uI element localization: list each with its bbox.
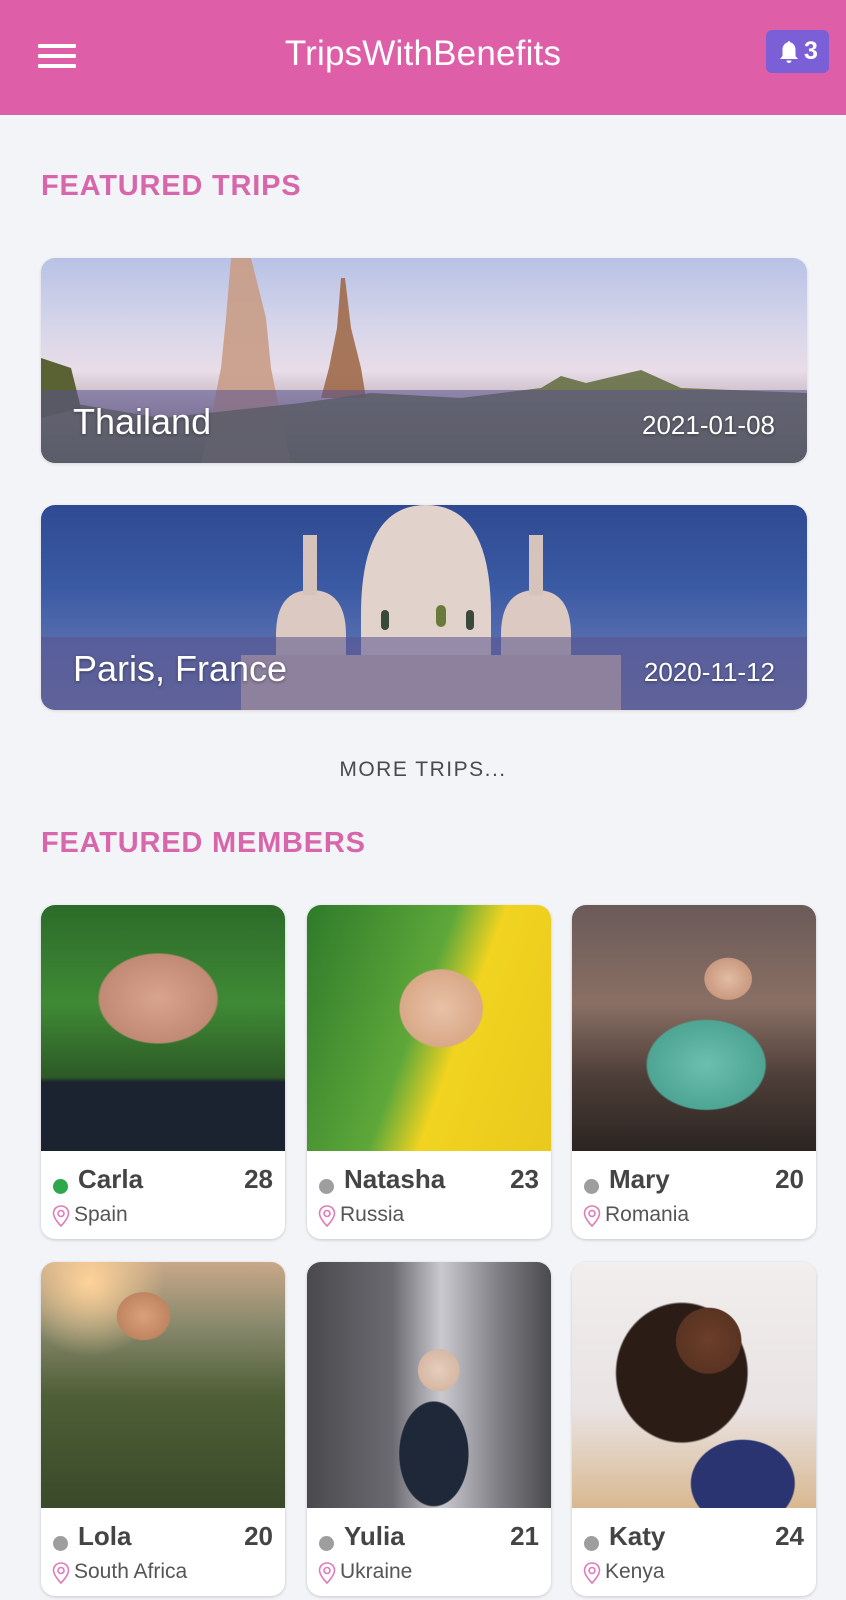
location-pin-icon bbox=[52, 1205, 70, 1227]
online-status-indicator bbox=[584, 1179, 599, 1194]
member-age: 21 bbox=[510, 1521, 539, 1551]
trip-card-paris[interactable]: Paris, France 2020-11-12 bbox=[41, 505, 807, 710]
online-status-indicator bbox=[319, 1536, 334, 1551]
member-age: 28 bbox=[244, 1164, 273, 1194]
member-name: Yulia bbox=[344, 1521, 405, 1551]
app-bar: TripsWithBenefits 3 bbox=[0, 0, 846, 115]
app-title: TripsWithBenefits bbox=[284, 34, 562, 73]
location-pin-icon bbox=[52, 1562, 70, 1584]
trip-date: 2021-01-08 bbox=[642, 410, 775, 440]
trip-name: Paris, France bbox=[73, 648, 288, 689]
online-status-indicator bbox=[319, 1179, 334, 1194]
member-photo bbox=[572, 905, 816, 1151]
member-photo bbox=[41, 905, 285, 1151]
member-name: Mary bbox=[609, 1164, 670, 1194]
online-status-indicator bbox=[584, 1536, 599, 1551]
trip-date: 2020-11-12 bbox=[643, 657, 775, 687]
member-card-natasha[interactable]: Natasha 23 Russia bbox=[307, 905, 551, 1239]
member-age: 20 bbox=[775, 1164, 804, 1194]
member-photo bbox=[307, 1262, 551, 1508]
location-pin-icon bbox=[583, 1205, 601, 1227]
member-name: Carla bbox=[78, 1164, 144, 1194]
member-info: Lola 20 South Africa bbox=[41, 1508, 285, 1596]
member-photo bbox=[307, 905, 551, 1151]
more-trips-button[interactable]: MORE TRIPS... bbox=[0, 758, 846, 782]
featured-trips-heading: FEATURED TRIPS bbox=[41, 170, 302, 202]
member-info: Carla 28 Spain bbox=[41, 1151, 285, 1239]
bell-icon bbox=[780, 40, 799, 63]
member-name: Lola bbox=[78, 1521, 132, 1551]
location-pin-icon bbox=[318, 1562, 336, 1584]
member-country: Spain bbox=[74, 1203, 128, 1226]
trip-name: Thailand bbox=[73, 401, 212, 442]
member-age: 24 bbox=[775, 1521, 804, 1551]
member-info: Mary 20 Romania bbox=[572, 1151, 816, 1239]
trip-card-thailand[interactable]: Thailand 2021-01-08 bbox=[41, 258, 807, 463]
member-card-lola[interactable]: Lola 20 South Africa bbox=[41, 1262, 285, 1596]
member-name: Katy bbox=[609, 1521, 666, 1551]
member-info: Katy 24 Kenya bbox=[572, 1508, 816, 1596]
location-pin-icon bbox=[318, 1205, 336, 1227]
member-country: Kenya bbox=[605, 1560, 665, 1583]
member-info: Yulia 21 Ukraine bbox=[307, 1508, 551, 1596]
online-status-indicator bbox=[53, 1179, 68, 1194]
online-status-indicator bbox=[53, 1536, 68, 1551]
member-age: 23 bbox=[510, 1164, 539, 1194]
member-age: 20 bbox=[244, 1521, 273, 1551]
member-country: Romania bbox=[605, 1203, 690, 1226]
member-card-carla[interactable]: Carla 28 Spain bbox=[41, 905, 285, 1239]
notifications-button[interactable]: 3 bbox=[766, 30, 829, 73]
member-country: South Africa bbox=[74, 1560, 188, 1583]
member-card-yulia[interactable]: Yulia 21 Ukraine bbox=[307, 1262, 551, 1596]
member-photo bbox=[572, 1262, 816, 1508]
member-country: Ukraine bbox=[340, 1560, 413, 1583]
member-card-mary[interactable]: Mary 20 Romania bbox=[572, 905, 816, 1239]
member-card-katy[interactable]: Katy 24 Kenya bbox=[572, 1262, 816, 1596]
member-name: Natasha bbox=[344, 1164, 446, 1194]
member-country: Russia bbox=[340, 1203, 405, 1226]
notification-count-badge: 3 bbox=[804, 37, 818, 65]
location-pin-icon bbox=[583, 1562, 601, 1584]
member-photo bbox=[41, 1262, 285, 1508]
featured-members-heading: FEATURED MEMBERS bbox=[41, 827, 366, 859]
member-info: Natasha 23 Russia bbox=[307, 1151, 551, 1239]
